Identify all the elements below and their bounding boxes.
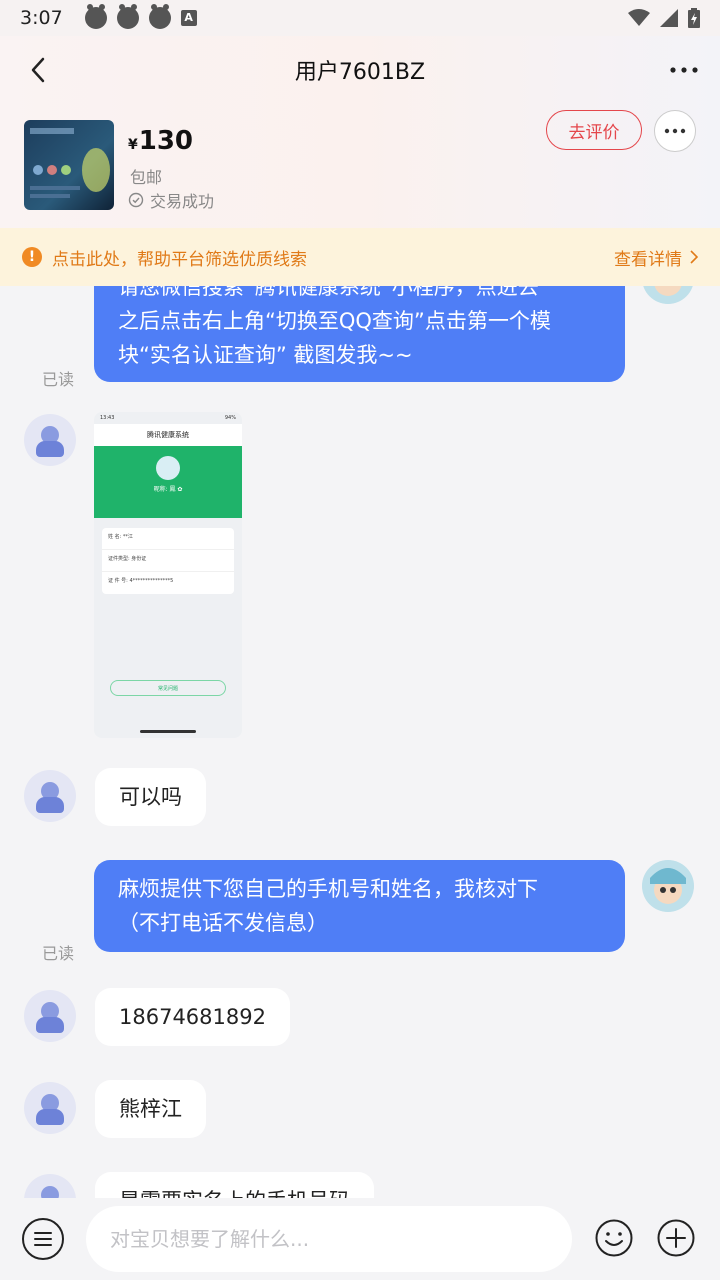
image-message[interactable]: 13:43 94% 腾讯健康系统 昵称: 鳳 ✿ 姓 名: **江 证件类型: … [94, 412, 242, 738]
app-notification-icon [84, 4, 107, 29]
message-line: 之后点击右上角“切换至QQ查询”点击第一个模 [118, 309, 551, 333]
menu-button[interactable] [22, 1218, 64, 1260]
message-line: 请您微信搜索“腾讯健康系统”小程序，点进去 [118, 286, 539, 299]
message-line: （不打电话不发信息） [118, 911, 328, 935]
signal-icon [660, 9, 678, 27]
cartoon-avatar-icon [642, 860, 694, 912]
smiley-icon [595, 1219, 633, 1257]
shot-title-bar: 腾讯健康系统 [94, 424, 242, 446]
message-line: 麻烦提供下您自己的手机号和姓名，我核对下 [118, 877, 538, 901]
review-button[interactable]: 去评价 [546, 110, 642, 150]
battery-icon [688, 8, 700, 28]
message-input-bar [0, 1198, 720, 1280]
app-notification-icon [148, 4, 171, 29]
nav-bar: 用户7601BZ [0, 36, 720, 104]
read-receipt: 已读 [42, 370, 75, 389]
product-more-button[interactable] [654, 110, 696, 152]
cartoon-avatar-icon [643, 286, 693, 304]
chevron-left-icon [31, 57, 45, 83]
status-time: 3:07 [20, 7, 63, 29]
incoming-message[interactable]: 可以吗 [95, 768, 206, 826]
outgoing-message[interactable]: 请您微信搜索“腾讯健康系统”小程序，点进去 之后点击右上角“切换至QQ查询”点击… [94, 286, 625, 382]
app-notification-icon [116, 4, 139, 29]
incoming-message[interactable]: 熊梓江 [95, 1080, 206, 1138]
buyer-avatar[interactable] [24, 1082, 76, 1134]
buyer-avatar[interactable] [24, 770, 76, 822]
product-price: ¥130 [128, 126, 193, 156]
seller-avatar[interactable] [642, 286, 694, 304]
deal-status: 交易成功 [128, 188, 214, 212]
shot-status-bar: 13:43 94% [100, 415, 236, 421]
wifi-icon [628, 9, 650, 26]
buyer-avatar[interactable] [24, 414, 76, 466]
add-button[interactable] [656, 1218, 696, 1258]
back-button[interactable] [18, 50, 58, 90]
warning-icon: ! [22, 247, 42, 267]
shot-faq-button: 常见问题 [110, 680, 226, 696]
shot-profile-banner: 昵称: 鳳 ✿ [94, 446, 242, 518]
menu-lines-icon [34, 1232, 52, 1246]
notification-icons: A [84, 4, 197, 29]
shot-id-card: 姓 名: **江 证件类型: 身份证 证 件 号: 4*************… [102, 528, 234, 594]
shot-home-indicator [140, 730, 196, 733]
page-title: 用户7601BZ [294, 60, 426, 85]
more-dots-icon [664, 128, 686, 134]
plus-circle-icon [657, 1219, 695, 1257]
seller-avatar[interactable] [642, 860, 694, 912]
shipping-label: 包邮 [130, 168, 163, 187]
buyer-avatar[interactable] [24, 1174, 76, 1198]
view-details-link[interactable]: 查看详情 [614, 245, 698, 270]
view-details-label: 查看详情 [614, 249, 682, 270]
price-value: 130 [138, 126, 194, 156]
status-bar: 3:07 A [0, 0, 720, 36]
incoming-message[interactable]: 18674681892 [95, 988, 290, 1046]
more-dots-icon [670, 67, 698, 73]
game-screenshot-thumbnail [24, 120, 114, 210]
deal-status-text: 交易成功 [150, 192, 215, 211]
outgoing-message[interactable]: 麻烦提供下您自己的手机号和姓名，我核对下 （不打电话不发信息） [94, 860, 625, 952]
system-icons [628, 8, 700, 28]
buyer-avatar[interactable] [24, 990, 76, 1042]
a-app-icon: A [180, 10, 197, 26]
read-receipt: 已读 [42, 944, 75, 963]
product-thumbnail[interactable] [24, 120, 114, 210]
notice-text: 点击此处，帮助平台筛选优质线索 [52, 249, 307, 270]
message-line: 块“实名认证查询” 截图发我~~ [118, 343, 413, 367]
emoji-button[interactable] [594, 1218, 634, 1258]
chat-messages[interactable]: 请您微信搜索“腾讯健康系统”小程序，点进去 之后点击右上角“切换至QQ查询”点击… [0, 286, 720, 1198]
currency-symbol: ¥ [128, 137, 138, 153]
more-options-button[interactable] [664, 50, 704, 90]
notice-banner[interactable]: ! 点击此处，帮助平台筛选优质线索 查看详情 [0, 228, 720, 286]
message-input[interactable] [86, 1206, 572, 1272]
check-circle-icon [128, 192, 144, 208]
incoming-message[interactable]: 是需要实名上的手机号码 [95, 1172, 374, 1198]
chevron-right-icon [690, 250, 698, 264]
